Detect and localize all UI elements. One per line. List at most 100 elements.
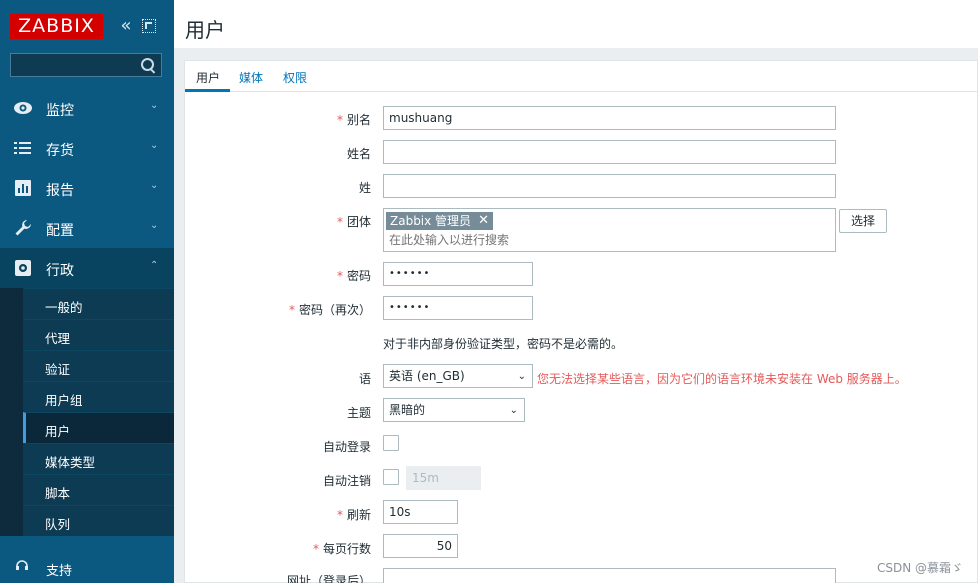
language-select-value: 英语 (en_GB) — [389, 369, 465, 383]
alias-label-text: 别名 — [346, 113, 371, 127]
menu-item-inventory[interactable]: 存货 ⌄ — [0, 128, 174, 168]
autologout-label: 自动注销 — [322, 474, 371, 488]
logo-row: ZABBIX « — [0, 0, 174, 48]
autologin-label: 自动登录 — [322, 440, 371, 454]
gear-icon — [13, 258, 33, 278]
tab-bar: 用户 媒体 权限 — [185, 61, 978, 92]
autologout-checkbox[interactable] — [383, 469, 399, 485]
chevron-down-icon: ⌄ — [517, 371, 526, 382]
groups-search-input[interactable] — [389, 233, 789, 247]
collapse-sidebar-icon[interactable]: « — [117, 16, 135, 36]
submenu-item-user-groups[interactable]: 用户组 — [23, 381, 174, 412]
submenu-item-proxies[interactable]: 代理 — [23, 319, 174, 350]
submenu-label: 媒体类型 — [45, 455, 96, 470]
groups-label: * 团体 — [337, 213, 371, 230]
password-input[interactable]: •••••• — [383, 262, 533, 286]
surname-input[interactable] — [383, 174, 836, 198]
required-mark: * — [336, 269, 343, 283]
alias-label: * 别名 — [337, 111, 371, 128]
zabbix-logo[interactable]: ZABBIX — [10, 14, 103, 39]
rows-per-page-label-text: 每页行数 — [322, 542, 371, 556]
menu-item-configuration[interactable]: 配置 ⌄ — [0, 208, 174, 248]
search-input[interactable] — [11, 54, 136, 76]
menu-label: 监控 — [46, 103, 74, 119]
submenu-item-authentication[interactable]: 验证 — [23, 350, 174, 381]
tab-user[interactable]: 用户 — [196, 69, 220, 86]
submenu-strip — [0, 288, 23, 536]
alias-input[interactable] — [383, 106, 836, 130]
remove-chip-icon[interactable]: ✕ — [478, 212, 489, 230]
support-label: 支持 — [46, 564, 73, 579]
sidebar-search — [10, 53, 162, 77]
chevron-down-icon: ⌄ — [150, 220, 159, 231]
active-tab-indicator — [185, 89, 230, 92]
user-form-card: 用户 媒体 权限 *别名 姓名 姓 *团体 Zabbix 管理员✕ 选择 *密码… — [184, 60, 978, 583]
chevron-down-icon: ⌄ — [150, 180, 159, 191]
password-repeat-input[interactable]: •••••• — [383, 296, 533, 320]
sidebar: ZABBIX « 监控 ⌄ 存货 ⌄ 报告 ⌄ 配置 ⌄ 行政 ⌃ 一般的 代理… — [0, 0, 174, 583]
menu-label: 存货 — [46, 143, 74, 159]
menu-label: 报告 — [46, 183, 74, 199]
menu-label: 行政 — [46, 263, 74, 279]
search-icon[interactable] — [141, 58, 155, 72]
url-label: 网址（登录后） — [286, 574, 371, 583]
menu-item-administration[interactable]: 行政 ⌃ — [0, 248, 174, 288]
required-mark: * — [312, 542, 319, 556]
group-chip-label: Zabbix 管理员 — [390, 214, 472, 228]
chevron-up-icon: ⌃ — [150, 260, 159, 271]
kiosk-mode-icon[interactable] — [142, 19, 156, 33]
rows-per-page-label: * 每页行数 — [313, 540, 371, 557]
submenu-item-general[interactable]: 一般的 — [23, 288, 174, 319]
select-groups-button[interactable]: 选择 — [839, 209, 887, 233]
submenu-label: 用户组 — [45, 393, 83, 408]
name-input[interactable] — [383, 140, 836, 164]
refresh-input[interactable] — [383, 500, 458, 524]
refresh-label: * 刷新 — [337, 506, 371, 523]
eye-icon — [13, 98, 33, 118]
url-input[interactable] — [383, 568, 836, 583]
password-repeat-label: * 密码（再次） — [289, 301, 371, 318]
theme-select[interactable]: 黑暗的 ⌄ — [383, 398, 525, 422]
submenu-item-media-types[interactable]: 媒体类型 — [23, 443, 174, 474]
language-warning: 您无法选择某些语言，因为它们的语言环境未安装在 Web 服务器上。 — [537, 372, 907, 386]
submenu-label: 验证 — [45, 362, 71, 377]
group-chip: Zabbix 管理员 ✕ — [386, 212, 494, 230]
menu-item-support[interactable]: 支持 — [0, 552, 174, 583]
theme-label: 主题 — [346, 406, 371, 420]
watermark: CSDN @慕霜ゞ — [877, 561, 964, 575]
submenu-item-users[interactable]: 用户 — [23, 412, 174, 443]
language-select[interactable]: 英语 (en_GB) ⌄ — [383, 364, 533, 388]
list-icon — [13, 138, 33, 158]
submenu-item-queue[interactable]: 队列 — [23, 505, 174, 536]
password-hint: 对于非内部身份验证类型，密码不是必需的。 — [383, 337, 624, 351]
submenu-label: 队列 — [45, 517, 71, 532]
autologin-checkbox[interactable] — [383, 435, 399, 451]
required-mark: * — [336, 113, 343, 127]
groups-multiselect[interactable]: Zabbix 管理员 ✕ — [383, 208, 836, 252]
submenu-item-scripts[interactable]: 脚本 — [23, 474, 174, 505]
tab-media[interactable]: 媒体 — [239, 69, 263, 86]
required-mark: * — [288, 303, 295, 317]
required-mark: * — [336, 508, 343, 522]
submenu-label: 一般的 — [45, 300, 83, 315]
surname-label: 姓 — [358, 181, 371, 195]
autologout-input[interactable] — [406, 466, 481, 490]
menu-item-monitoring[interactable]: 监控 ⌄ — [0, 88, 174, 128]
theme-select-value: 黑暗的 — [389, 403, 426, 417]
menu-label: 配置 — [46, 223, 74, 239]
submenu-label: 代理 — [45, 331, 71, 346]
chevron-down-icon: ⌄ — [150, 100, 159, 111]
rows-per-page-input[interactable] — [383, 534, 458, 558]
submenu-label: 脚本 — [45, 486, 71, 501]
password-label-text: 密码 — [346, 269, 371, 283]
headset-icon — [15, 558, 31, 574]
submenu-label: 用户 — [45, 424, 71, 439]
tab-permissions[interactable]: 权限 — [283, 69, 307, 86]
language-label: 语 — [358, 372, 371, 386]
menu-item-reports[interactable]: 报告 ⌄ — [0, 168, 174, 208]
bar-chart-icon — [13, 178, 33, 198]
password-label: * 密码 — [337, 267, 371, 284]
chevron-down-icon: ⌄ — [509, 405, 518, 416]
page-title: 用户 — [185, 18, 225, 42]
chevron-down-icon: ⌄ — [150, 140, 159, 151]
